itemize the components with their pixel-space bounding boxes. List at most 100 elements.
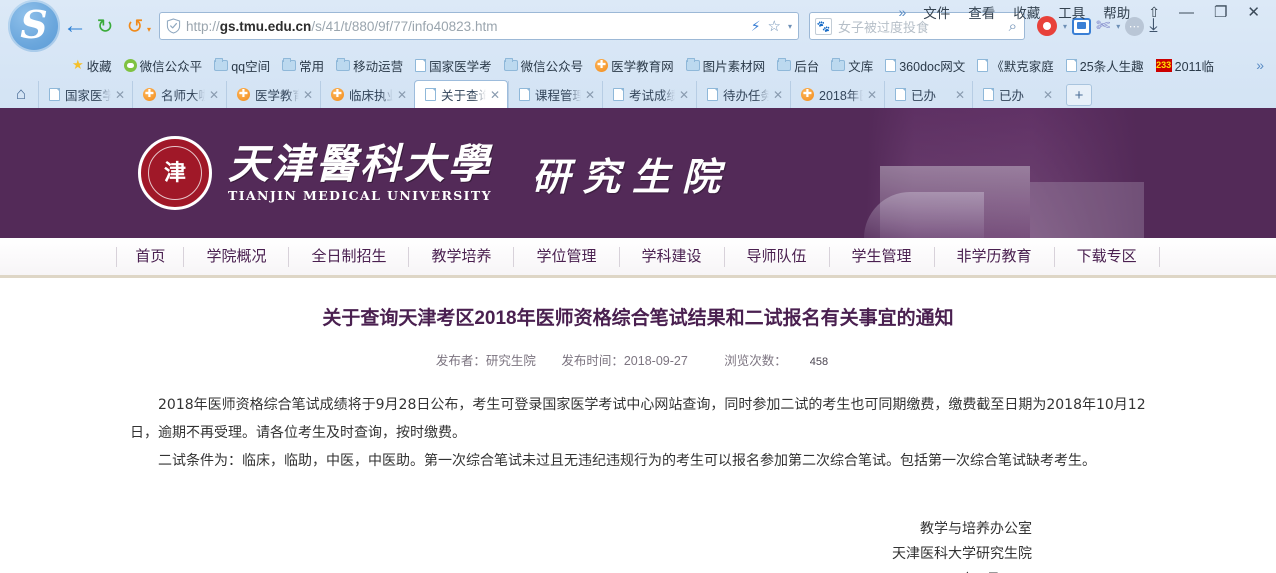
- tab[interactable]: ✚ 2018年医 ✕: [790, 81, 884, 108]
- url-text: http://gs.tmu.edu.cn/s/41/t/880/9f/77/in…: [186, 18, 498, 34]
- cross-icon: ✚: [331, 88, 344, 101]
- tab-close-icon[interactable]: ✕: [490, 88, 500, 102]
- lightning-icon[interactable]: ⚡: [751, 18, 761, 35]
- tab-close-icon[interactable]: ✕: [303, 88, 313, 102]
- weibo-caret-icon[interactable]: ▾: [1063, 22, 1067, 31]
- tab[interactable]: 课程管理 ✕: [508, 81, 602, 108]
- menu-overflow-icon[interactable]: »: [890, 4, 914, 20]
- address-caret-icon[interactable]: ▾: [788, 22, 792, 31]
- tab[interactable]: 已办 ✕: [884, 81, 972, 108]
- cross-icon: ✚: [237, 88, 250, 101]
- division-name: 研究生院: [532, 153, 733, 199]
- site-nav-item[interactable]: 下载专区: [1055, 246, 1160, 267]
- university-name-en: TIANJIN MEDICAL UNIVERSITY: [228, 188, 492, 204]
- tab-icon-wrap: [425, 88, 436, 101]
- tab[interactable]: ✚ 医学教育 ✕: [226, 81, 320, 108]
- bookmark-item[interactable]: 微信公众号: [498, 56, 590, 75]
- address-bar[interactable]: http://gs.tmu.edu.cn/s/41/t/880/9f/77/in…: [159, 12, 800, 40]
- bookmark-icon-wrap: [831, 57, 846, 71]
- bookmark-item[interactable]: 国家医学考: [409, 56, 498, 75]
- signature-office: 教学与培养办公室: [920, 520, 1032, 537]
- tab-close-icon[interactable]: ✕: [209, 88, 219, 102]
- article-paragraph: 二试条件为：临床，临助，中医，中医助。第一次综合笔试未过且无违纪违规行为的考生可…: [158, 452, 1096, 469]
- tab-list: 国家医学 ✕ ✚ 名师大咖 ✕ ✚ 医学教育 ✕ ✚ 临床执业 ✕ 关于查询 ✕ 课程管理 ✕ 考试成绩 ✕ 待办…: [38, 80, 1060, 108]
- tab-label: 国家医学: [65, 89, 111, 103]
- tab[interactable]: 考试成绩 ✕: [602, 81, 696, 108]
- reload-button[interactable]: ↻: [90, 11, 120, 41]
- menu-tools[interactable]: 工具: [1049, 2, 1094, 22]
- browser-toolbar: ← ↻ ↺ ▾ http://gs.tmu.edu.cn/s/41/t/880/…: [0, 0, 1276, 52]
- tab[interactable]: 国家医学 ✕: [38, 81, 132, 108]
- bookmark-item[interactable]: 《默克家庭: [971, 56, 1060, 75]
- bookmark-icon-wrap: [977, 58, 989, 72]
- site-nav-item[interactable]: 首页: [116, 246, 185, 267]
- tab-close-icon[interactable]: ✕: [115, 88, 125, 102]
- tab-close-icon[interactable]: ✕: [397, 88, 407, 102]
- skin-icon[interactable]: ⇧: [1139, 4, 1169, 21]
- site-nav-item[interactable]: 导师队伍: [725, 246, 830, 267]
- maximize-button[interactable]: ❐: [1204, 3, 1237, 21]
- tab-active[interactable]: 关于查询 ✕: [414, 80, 508, 108]
- menu-favorites[interactable]: 收藏: [1004, 2, 1049, 22]
- bookmark-item[interactable]: ★ 收藏: [66, 56, 118, 75]
- bookmark-label: 2011临: [1174, 59, 1215, 74]
- close-button[interactable]: ✕: [1237, 3, 1270, 21]
- bookmark-item[interactable]: 后台: [771, 56, 825, 75]
- bookmark-icon-wrap: [282, 57, 297, 71]
- bookmark-item[interactable]: 图片素材网: [680, 56, 772, 75]
- bookmark-item[interactable]: 233 2011临: [1150, 56, 1220, 75]
- tab-label: 已办: [999, 89, 1025, 103]
- bookmark-star-icon[interactable]: ☆: [768, 17, 781, 35]
- tab-icon-wrap: [49, 88, 60, 101]
- home-button[interactable]: ⌂: [4, 80, 38, 108]
- back-button[interactable]: ←: [60, 11, 90, 41]
- tab-close-icon[interactable]: ✕: [1043, 88, 1053, 102]
- tab-close-icon[interactable]: ✕: [679, 88, 689, 102]
- bookmark-icon-wrap: [1065, 58, 1077, 72]
- site-nav-item[interactable]: 非学历教育: [935, 246, 1055, 267]
- bookmark-item[interactable]: 常用: [276, 56, 330, 75]
- site-nav-item[interactable]: 学科建设: [620, 246, 725, 267]
- tab-icon-wrap: ✚: [237, 88, 250, 101]
- sogou-logo-icon[interactable]: [8, 0, 60, 52]
- tab-close-icon[interactable]: ✕: [585, 88, 595, 102]
- tab-label: 临床执业: [349, 89, 393, 103]
- undo-button[interactable]: ↺: [120, 11, 150, 41]
- scissors-caret-icon[interactable]: ▾: [1116, 22, 1120, 31]
- bookmark-item[interactable]: qq空间: [208, 56, 276, 75]
- page-icon: [425, 88, 436, 101]
- tab-label: 名师大咖: [161, 89, 205, 103]
- tab[interactable]: 待办任务 ✕: [696, 81, 790, 108]
- page-icon: [49, 88, 60, 101]
- site-nav-item[interactable]: 全日制招生: [289, 246, 410, 267]
- menu-help[interactable]: 帮助: [1094, 2, 1139, 22]
- bookmark-label: 微信公众号: [520, 59, 584, 74]
- bookmarks-overflow-icon[interactable]: »: [1248, 57, 1272, 73]
- new-tab-button[interactable]: +: [1066, 84, 1092, 106]
- tab[interactable]: ✚ 名师大咖 ✕: [132, 81, 226, 108]
- bookmark-item[interactable]: 微信公众平: [118, 56, 209, 75]
- bookmark-item[interactable]: 25条人生趣: [1060, 56, 1150, 75]
- minimize-button[interactable]: —: [1169, 4, 1204, 21]
- bookmark-item[interactable]: ✚ 医学教育网: [589, 56, 680, 75]
- tab-close-icon[interactable]: ✕: [955, 88, 965, 102]
- bookmark-icon-wrap: ✚: [595, 58, 609, 72]
- university-name-cn: 天津醫科大學: [228, 139, 492, 188]
- tab-close-icon[interactable]: ✕: [867, 88, 877, 102]
- site-nav-item[interactable]: 学生管理: [830, 246, 935, 267]
- site-nav-item[interactable]: 教学培养: [409, 246, 515, 267]
- undo-caret-icon[interactable]: ▾: [147, 25, 151, 34]
- tab[interactable]: ✚ 临床执业 ✕: [320, 81, 414, 108]
- bookmark-item[interactable]: 移动运营: [330, 56, 409, 75]
- bookmark-item[interactable]: 360doc网文: [879, 56, 971, 75]
- tab[interactable]: 已办 ✕: [972, 81, 1060, 108]
- tab-icon-wrap: ✚: [143, 88, 156, 101]
- tab-close-icon[interactable]: ✕: [773, 88, 783, 102]
- search-engine-icon[interactable]: 🐾: [815, 17, 833, 35]
- site-nav-item[interactable]: 学位管理: [514, 246, 620, 267]
- menu-file[interactable]: 文件: [914, 2, 959, 22]
- site-nav-item[interactable]: 学院概况: [184, 246, 290, 267]
- article-views-count: 458: [808, 355, 830, 368]
- menu-view[interactable]: 查看: [959, 2, 1004, 22]
- bookmark-item[interactable]: 文库: [825, 56, 879, 75]
